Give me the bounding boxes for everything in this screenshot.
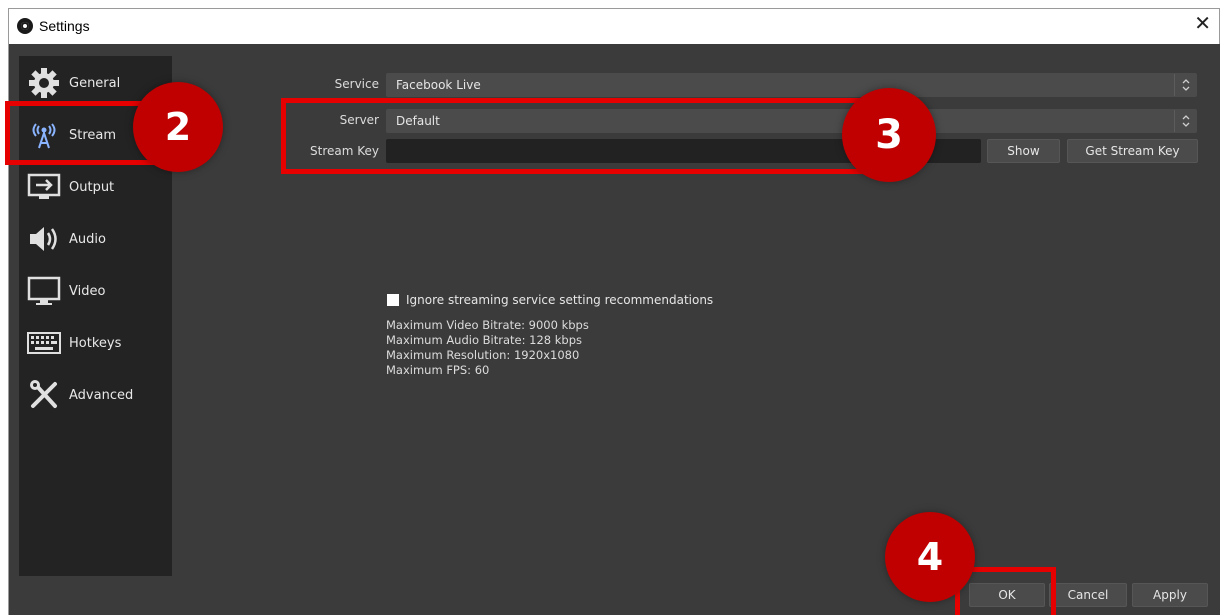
step-4-badge: 4 <box>885 512 975 602</box>
speaker-icon <box>25 222 63 256</box>
sidebar-item-label: Audio <box>69 231 106 247</box>
obs-logo-icon <box>17 18 33 34</box>
step-2-badge: 2 <box>133 82 223 172</box>
max-video-bitrate: Maximum Video Bitrate: 9000 kbps <box>386 318 589 332</box>
sidebar-item-label: General <box>69 75 121 91</box>
sidebar-item-advanced[interactable]: Advanced <box>19 370 172 420</box>
get-stream-key-button[interactable]: Get Stream Key <box>1067 139 1198 163</box>
service-select[interactable]: Facebook Live <box>386 73 1197 97</box>
service-limits-info: Maximum Video Bitrate: 9000 kbps Maximum… <box>386 318 589 378</box>
updown-arrow-icon <box>1174 110 1196 132</box>
ignore-recommendations-label: Ignore streaming service setting recomme… <box>406 293 714 307</box>
sidebar-item-label: Output <box>69 179 115 195</box>
title-bar: Settings ✕ <box>8 8 1220 44</box>
apply-button[interactable]: Apply <box>1132 583 1208 607</box>
service-value: Facebook Live <box>396 78 481 92</box>
sidebar-item-hotkeys[interactable]: Hotkeys <box>19 318 172 368</box>
show-key-button[interactable]: Show <box>987 139 1060 163</box>
sidebar-item-label: Hotkeys <box>69 335 122 351</box>
max-fps: Maximum FPS: 60 <box>386 363 490 377</box>
sidebar-item-video[interactable]: Video <box>19 266 172 316</box>
ignore-recommendations-row[interactable]: Ignore streaming service setting recomme… <box>387 293 713 307</box>
max-audio-bitrate: Maximum Audio Bitrate: 128 kbps <box>386 333 582 347</box>
monitor-icon <box>25 274 63 308</box>
max-resolution: Maximum Resolution: 1920x1080 <box>386 348 580 362</box>
ignore-recommendations-checkbox[interactable] <box>387 294 399 306</box>
sidebar-item-output[interactable]: Output <box>19 162 172 212</box>
sidebar-item-label: Advanced <box>69 387 134 403</box>
highlight-server-and-key <box>281 98 871 174</box>
window-title: Settings <box>39 18 90 34</box>
sidebar-item-label: Video <box>69 283 106 299</box>
gear-icon <box>25 66 63 100</box>
cancel-button[interactable]: Cancel <box>1049 583 1127 607</box>
tools-icon <box>25 378 63 412</box>
step-3-badge: 3 <box>842 88 936 182</box>
sidebar-item-audio[interactable]: Audio <box>19 214 172 264</box>
service-label: Service <box>334 77 379 91</box>
updown-arrow-icon <box>1174 74 1196 96</box>
close-icon[interactable]: ✕ <box>1194 11 1211 35</box>
output-monitor-icon <box>25 170 63 204</box>
keyboard-icon <box>25 326 63 360</box>
